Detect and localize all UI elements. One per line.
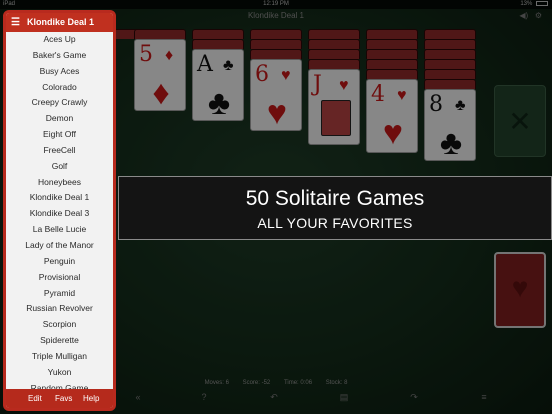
menu-item-lady-of-the-manor[interactable]: Lady of the Manor	[6, 238, 113, 254]
bottom-toolbar: « ? ↶ ▤ ↷ ≡	[118, 388, 552, 414]
undo-icon[interactable]: ↶	[254, 392, 294, 403]
hamburger-icon[interactable]: ☰	[11, 13, 20, 32]
menu-item-spiderette[interactable]: Spiderette	[6, 333, 113, 349]
menu-item-golf[interactable]: Golf	[6, 159, 113, 175]
game-menu-panel: ☰ Klondike Deal 1 Aces Up Baker's Game B…	[3, 10, 116, 411]
game-list: Aces Up Baker's Game Busy Aces Colorado …	[6, 32, 113, 396]
menu-item-colorado[interactable]: Colorado	[6, 80, 113, 96]
menu-item-provisional[interactable]: Provisional	[6, 270, 113, 286]
back-icon[interactable]: «	[118, 392, 158, 402]
score-value: Score: -52	[242, 380, 271, 386]
banner-title: 50 Solitaire Games	[245, 187, 425, 210]
menu-item-busy-aces[interactable]: Busy Aces	[6, 64, 113, 80]
time-value: Time: 0:06	[283, 380, 313, 386]
menu-item-klondike-deal-1[interactable]: Klondike Deal 1	[6, 190, 113, 206]
menu-item-scorpion[interactable]: Scorpion	[6, 317, 113, 333]
menu-item-demon[interactable]: Demon	[6, 111, 113, 127]
menu-footer: Edit Favs Help	[6, 389, 113, 408]
promo-banner: 50 Solitaire Games ALL YOUR FAVORITES	[118, 176, 552, 240]
menu-item-la-belle-lucie[interactable]: La Belle Lucie	[6, 222, 113, 238]
menu-title: Klondike Deal 1	[27, 17, 95, 27]
moves-count: Moves: 6	[204, 380, 229, 386]
menu-item-aces-up[interactable]: Aces Up	[6, 32, 113, 48]
menu-item-freecell[interactable]: FreeCell	[6, 143, 113, 159]
menu-item-yukon[interactable]: Yukon	[6, 365, 113, 381]
hint-icon[interactable]: ?	[184, 392, 224, 402]
menu-item-pyramid[interactable]: Pyramid	[6, 286, 113, 302]
menu-item-bakers-game[interactable]: Baker's Game	[6, 48, 113, 64]
edit-button[interactable]: Edit	[28, 389, 42, 408]
banner-subtitle: ALL YOUR FAVORITES	[257, 215, 413, 231]
redo-icon[interactable]: ↷	[394, 392, 434, 403]
menu-item-triple-mulligan[interactable]: Triple Mulligan	[6, 349, 113, 365]
help-button[interactable]: Help	[83, 389, 99, 408]
menu-item-honeybees[interactable]: Honeybees	[6, 175, 113, 191]
menu-item-creepy-crawly[interactable]: Creepy Crawly	[6, 95, 113, 111]
deal-icon[interactable]: ▤	[324, 392, 364, 403]
menu-header: ☰ Klondike Deal 1	[6, 13, 113, 32]
menu-item-penguin[interactable]: Penguin	[6, 254, 113, 270]
stock-count: Stock: 8	[325, 380, 348, 386]
menu-item-klondike-deal-3[interactable]: Klondike Deal 3	[6, 206, 113, 222]
menu-item-russian-revolver[interactable]: Russian Revolver	[6, 301, 113, 317]
menu-item-eight-off[interactable]: Eight Off	[6, 127, 113, 143]
menu-icon[interactable]: ≡	[464, 392, 504, 402]
favs-button[interactable]: Favs	[55, 389, 72, 408]
